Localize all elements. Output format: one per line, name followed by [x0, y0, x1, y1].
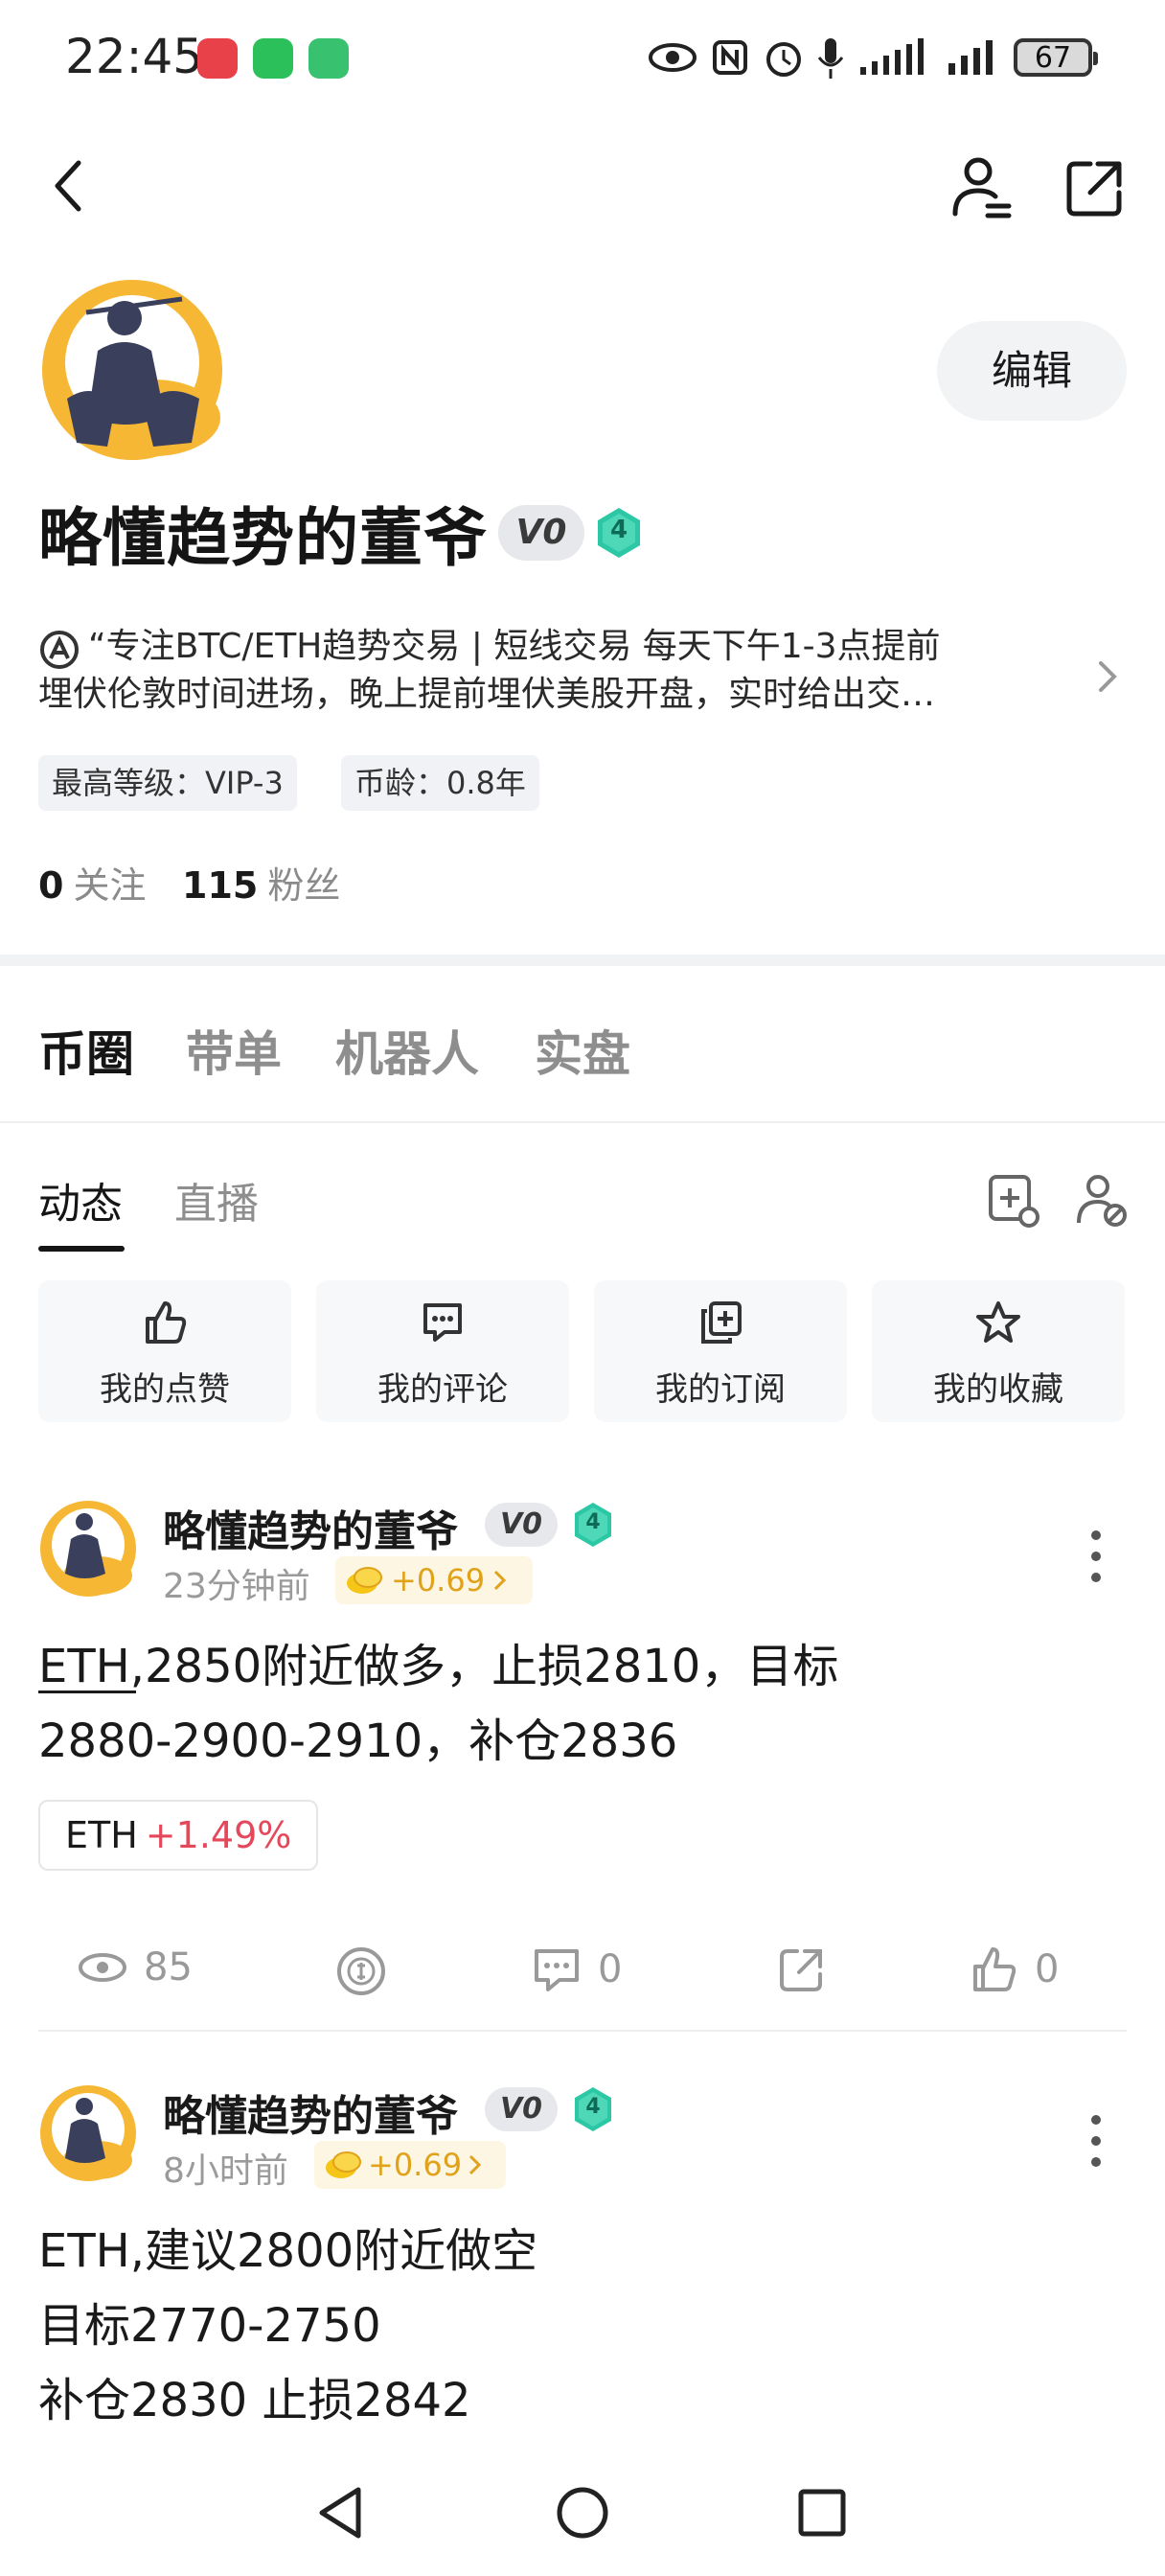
- back-triangle-icon[interactable]: [314, 2484, 368, 2542]
- followers-count[interactable]: 115 粉丝: [182, 856, 340, 908]
- wechat-icon: [253, 38, 293, 79]
- coin-icon: [326, 2151, 361, 2178]
- coin-icon: [347, 1567, 382, 1594]
- post-vip-badge: V0: [485, 2087, 558, 2131]
- tab-robot[interactable]: 机器人: [335, 1016, 479, 1085]
- my-favorites-card[interactable]: 我的收藏: [872, 1280, 1125, 1422]
- coin-reward[interactable]: +0.69: [335, 1556, 533, 1604]
- post-content[interactable]: ETH,建议2800附近做空 目标2770-2750 补仓2830 止损2842: [38, 2214, 1121, 2438]
- bio-line-2: 埋伏伦敦时间进场，晚上提前埋伏美股开盘，实时给出交…: [38, 675, 936, 714]
- bio-text-2[interactable]: 埋伏伦敦时间进场，晚上提前埋伏美股开盘，实时给出交…: [38, 671, 1035, 719]
- post-author[interactable]: 略懂趋势的董爷: [163, 2082, 458, 2143]
- tag-coin-age: 币龄：0.8年: [341, 755, 539, 811]
- post-time: 23分钟前: [163, 1567, 310, 1606]
- status-time: 22:45: [65, 29, 204, 84]
- chevron-left-icon: [55, 160, 81, 212]
- post-avatar[interactable]: [38, 2083, 138, 2183]
- alarm-icon: [766, 42, 801, 77]
- back-button[interactable]: [38, 151, 96, 220]
- views-stat: 85: [77, 1945, 193, 1990]
- nfc-icon: [713, 40, 747, 75]
- eye-icon: [649, 43, 697, 72]
- share-icon: [1066, 161, 1122, 217]
- more-options-icon[interactable]: [1086, 1528, 1102, 1585]
- vip-badge: V0: [498, 505, 584, 561]
- tag-max-level: 最高等级：VIP-3: [38, 755, 297, 811]
- tip-button[interactable]: [335, 1945, 387, 1997]
- post-text-line: ETH,建议2800附近做空: [38, 2224, 538, 2278]
- thumbs-up-icon: [973, 1947, 1017, 1991]
- profile-name: 略懂趋势的董爷: [38, 501, 488, 575]
- bio-line-1: “专注BTC/ETH趋势交易 | 短线交易 每天下午1-3点提前: [88, 627, 941, 666]
- level-badge: 4: [596, 506, 642, 560]
- thumbs-up-icon: [146, 1301, 187, 1344]
- share-icon: [780, 1949, 822, 1991]
- user-edit-icon: [952, 157, 1012, 218]
- my-subscriptions-card[interactable]: 我的订阅: [594, 1280, 847, 1422]
- share-post-button[interactable]: [778, 1945, 826, 1993]
- tab-coin-circle[interactable]: 币圈: [38, 1016, 134, 1085]
- chevron-right-icon: [493, 1570, 507, 1591]
- chevron-right-icon[interactable]: [1096, 659, 1119, 694]
- comment-icon: [535, 1949, 579, 1991]
- comment-icon: [423, 1303, 462, 1342]
- post-level-badge: 4: [573, 1501, 613, 1549]
- post-vip-badge: V0: [485, 1503, 558, 1547]
- recents-square-icon[interactable]: [795, 2486, 849, 2540]
- system-nav-bar: [0, 2453, 1165, 2576]
- star-icon: [976, 1301, 1020, 1343]
- my-comments-card[interactable]: 我的评论: [316, 1280, 569, 1422]
- eye-icon: [79, 1953, 126, 1982]
- following-count[interactable]: 0 关注: [38, 856, 146, 908]
- status-bar: 22:45 67: [0, 0, 1165, 115]
- home-circle-icon[interactable]: [554, 2484, 611, 2542]
- tab-divider: [0, 1121, 1165, 1123]
- more-options-icon[interactable]: [1086, 2112, 1102, 2170]
- huawei-app-icon: [197, 38, 238, 79]
- bio-text[interactable]: “专注BTC/ETH趋势交易 | 短线交易 每天下午1-3点提前: [88, 623, 1027, 671]
- coin-tip-icon: [337, 1947, 385, 1995]
- subtab-indicator: [38, 1246, 125, 1252]
- subtab-live[interactable]: 直播: [174, 1169, 259, 1230]
- post-avatar[interactable]: [38, 1499, 138, 1598]
- ticker-underline: [38, 1690, 136, 1693]
- post-time: 8小时前: [163, 2151, 288, 2191]
- user-block-icon[interactable]: [1075, 1173, 1129, 1229]
- add-post-icon[interactable]: [987, 1173, 1040, 1229]
- tab-copy-trade[interactable]: 带单: [186, 1016, 282, 1085]
- signal-icon: [948, 40, 993, 75]
- my-likes-card[interactable]: 我的点赞: [38, 1280, 291, 1422]
- mic-icon: [817, 38, 844, 79]
- subtab-feed[interactable]: 动态: [38, 1169, 123, 1230]
- coin-reward[interactable]: +0.69: [314, 2141, 506, 2189]
- signal-icon: [860, 38, 924, 75]
- subscribe-icon: [701, 1301, 742, 1344]
- post-level-badge: 4: [573, 2085, 613, 2133]
- tab-live-account[interactable]: 实盘: [535, 1016, 630, 1085]
- ticker-chip[interactable]: ETH +1.49%: [38, 1800, 319, 1871]
- likes-stat[interactable]: 0: [970, 1945, 1059, 1993]
- post-author[interactable]: 略懂趋势的董爷: [163, 1497, 458, 1558]
- battery-icon: 67: [1014, 38, 1098, 77]
- post-divider: [38, 2030, 1127, 2032]
- avatar[interactable]: [38, 274, 226, 462]
- edit-profile-button[interactable]: 编辑: [937, 321, 1127, 421]
- chevron-right-icon: [468, 2154, 482, 2175]
- wechat-alt-icon: [308, 38, 349, 79]
- post-content[interactable]: ETH,2850附近做多，止损2810，目标 2880-2900-2910，补仓…: [38, 1629, 1121, 1779]
- post-text-line: 2880-2900-2910，补仓2836: [38, 1714, 678, 1768]
- comments-stat[interactable]: 0: [533, 1945, 622, 1993]
- post-text-line: ETH,2850附近做多，止损2810，目标: [38, 1640, 839, 1693]
- share-button[interactable]: [1062, 153, 1129, 222]
- bio-icon: [40, 631, 79, 669]
- post-text-line: 补仓2830 止损2842: [38, 2374, 471, 2427]
- profile-settings-button[interactable]: [948, 153, 1016, 222]
- section-divider: [0, 954, 1165, 966]
- post-text-line: 目标2770-2750: [38, 2299, 381, 2353]
